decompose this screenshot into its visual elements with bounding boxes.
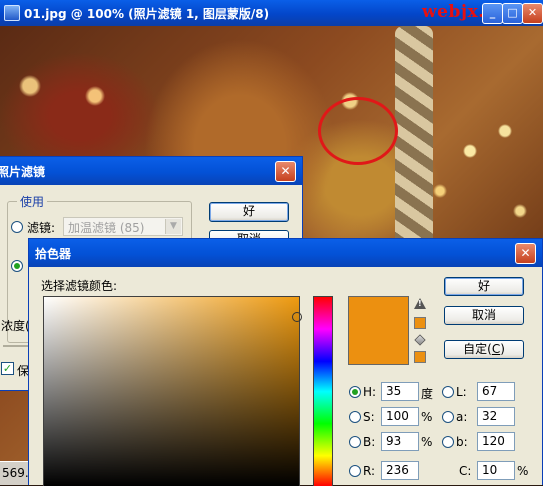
out-of-gamut-warning-icon[interactable]: ! xyxy=(414,298,426,309)
hue-label: H: xyxy=(363,385,377,399)
use-group-label: 使用 xyxy=(17,193,48,210)
color-radio[interactable] xyxy=(11,260,23,272)
cyan-input[interactable]: 10 xyxy=(477,461,515,480)
close-icon[interactable]: ✕ xyxy=(515,243,536,264)
hue-unit: 度 xyxy=(421,387,434,401)
chevron-down-icon[interactable]: ▼ xyxy=(165,219,181,234)
red-label: R: xyxy=(363,464,376,478)
preserve-luminosity-checkbox[interactable]: ✓ xyxy=(1,362,14,375)
highlight-circle-annotation xyxy=(318,97,398,165)
brightness-label: B: xyxy=(363,435,376,449)
custom-button-label: 自定 xyxy=(463,342,488,356)
red-input[interactable]: 236 xyxy=(381,461,419,480)
brightness-unit: % xyxy=(421,435,433,449)
filter-select[interactable]: 加温滤镜 (85) ▼ xyxy=(63,217,183,236)
brightness-input[interactable]: 93 xyxy=(381,432,419,451)
select-filter-color-prompt: 选择滤镜颜色: xyxy=(41,279,118,293)
photo-filter-title: 照片滤镜 xyxy=(0,165,46,179)
ok-button[interactable]: 好 xyxy=(209,202,289,222)
hue-radio[interactable] xyxy=(349,386,361,398)
filter-select-value: 加温滤镜 (85) xyxy=(68,221,145,235)
saturation-label: S: xyxy=(363,410,375,424)
ok-button[interactable]: 好 xyxy=(444,277,524,296)
color-picker-title-bar[interactable]: 拾色器 ✕ xyxy=(29,239,542,267)
density-label: 浓度( xyxy=(1,319,30,333)
web-safe-cube-icon[interactable] xyxy=(414,334,426,346)
brightness-radio[interactable] xyxy=(349,436,361,448)
cyan-unit: % xyxy=(517,464,529,478)
lightness-label: L: xyxy=(456,385,467,399)
current-color-swatch xyxy=(348,330,409,365)
saturation-unit: % xyxy=(421,410,433,424)
photoshop-document-icon xyxy=(4,5,20,21)
cancel-button[interactable]: 取消 xyxy=(444,306,524,325)
hue-slider[interactable] xyxy=(313,296,333,486)
a-channel-label: a: xyxy=(456,410,468,424)
color-picker-dialog: 拾色器 ✕ 选择滤镜颜色: ! 好 取消 自定(C) H: 35 度 S: 10… xyxy=(28,238,543,486)
color-field-marker[interactable] xyxy=(292,312,302,322)
document-title: 01.jpg @ 100% (照片滤镜 1, 图层蒙版/8) xyxy=(24,7,270,21)
saturation-brightness-field[interactable] xyxy=(43,296,300,486)
lightness-input[interactable]: 67 xyxy=(477,382,515,401)
a-channel-radio[interactable] xyxy=(442,411,454,423)
close-icon[interactable]: ✕ xyxy=(275,161,296,182)
photo-filter-title-bar[interactable]: 照片滤镜 ✕ xyxy=(0,157,302,185)
b-channel-input[interactable]: 120 xyxy=(477,432,515,451)
red-radio[interactable] xyxy=(349,465,361,477)
carousel-pole xyxy=(395,26,433,256)
new-color-swatch xyxy=(348,296,409,330)
filter-radio-label: 滤镜: xyxy=(27,221,56,235)
a-channel-input[interactable]: 32 xyxy=(477,407,515,426)
document-title-bar[interactable]: 01.jpg @ 100% (照片滤镜 1, 图层蒙版/8) webjx.com… xyxy=(0,0,543,26)
maximize-button[interactable]: □ xyxy=(502,3,523,24)
cyan-label: C: xyxy=(459,464,472,478)
close-icon[interactable]: ✕ xyxy=(522,3,543,24)
gamut-color-swatch[interactable] xyxy=(414,317,426,329)
filter-radio[interactable] xyxy=(11,221,23,233)
custom-button-hotkey: C xyxy=(491,342,501,356)
lightness-radio[interactable] xyxy=(442,386,454,398)
color-picker-title: 拾色器 xyxy=(35,247,72,261)
saturation-radio[interactable] xyxy=(349,411,361,423)
hue-input[interactable]: 35 xyxy=(381,382,419,401)
minimize-button[interactable]: _ xyxy=(482,3,503,24)
b-channel-label: b: xyxy=(456,435,468,449)
saturation-input[interactable]: 100 xyxy=(381,407,419,426)
custom-colors-button[interactable]: 自定(C) xyxy=(444,340,524,359)
b-channel-radio[interactable] xyxy=(442,436,454,448)
web-safe-color-swatch[interactable] xyxy=(414,351,426,363)
